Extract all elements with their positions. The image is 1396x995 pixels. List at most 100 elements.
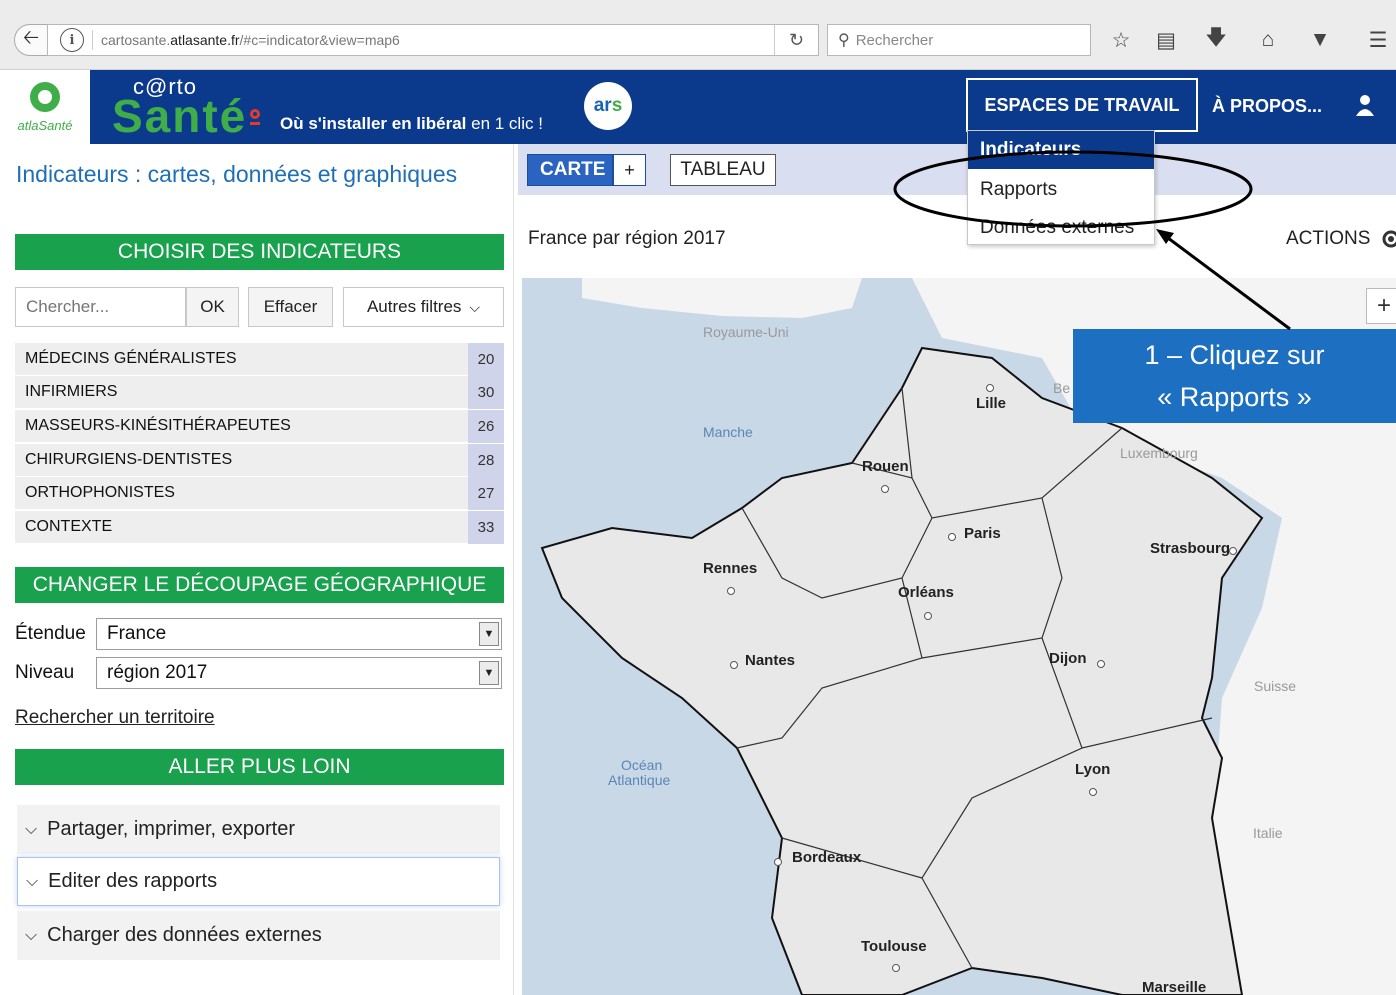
clear-button[interactable]: Effacer <box>248 287 333 327</box>
add-map-button[interactable]: + <box>613 154 646 186</box>
dropdown-arrow-icon[interactable]: ▼ <box>479 622 499 646</box>
country-label: Luxembourg <box>1120 445 1198 461</box>
browser-search-placeholder: Rechercher <box>855 31 934 49</box>
city-label: Lille <box>976 395 1007 412</box>
annotation-line-2: « Rapports » <box>1157 382 1312 412</box>
city-dot <box>986 384 994 392</box>
category-row[interactable]: Infirmiers 30 <box>15 376 504 409</box>
ars-logo-text-1: ar <box>593 95 612 116</box>
category-count: 20 <box>468 343 504 376</box>
ok-button[interactable]: OK <box>186 287 239 327</box>
city-label: Orléans <box>898 584 954 601</box>
left-panel: Indicateurs : cartes, données et graphiq… <box>0 144 514 995</box>
zoom-in-button[interactable]: + <box>1366 288 1396 324</box>
category-row[interactable]: Médecins généralistes 20 <box>15 343 504 376</box>
chevron-down-icon: ⌵ <box>25 926 38 944</box>
city-dot <box>948 533 956 541</box>
category-label: Infirmiers <box>25 383 118 400</box>
category-count: 27 <box>468 477 504 510</box>
info-icon[interactable]: i <box>60 28 84 52</box>
city-label: Toulouse <box>861 938 927 955</box>
category-row[interactable]: Orthophonistes 27 <box>15 477 504 510</box>
choose-indicators-header[interactable]: CHOISIR DES INDICATEURS <box>15 234 504 270</box>
tab-table[interactable]: TABLEAU <box>670 154 776 186</box>
city-dot <box>892 964 900 972</box>
location-pin-icon <box>250 109 260 125</box>
category-row[interactable]: Chirurgiens-dentistes 28 <box>15 444 504 477</box>
city-dot <box>730 661 738 669</box>
chevron-down-icon: ⌵ <box>25 820 38 838</box>
menu-item-external-data[interactable]: Données externes <box>968 209 1154 247</box>
accordion-reports[interactable]: ⌵ Editer des rapports <box>17 857 500 906</box>
back-arrow-icon[interactable]: 🡠 <box>14 24 48 56</box>
category-label: Chirurgiens-dentistes <box>25 451 233 468</box>
city-label: Lyon <box>1075 761 1111 778</box>
browser-toolbar: 🡠 i cartosante.atlasante.fr/#c=indicator… <box>0 0 1396 70</box>
home-icon[interactable]: ⌂ <box>1252 24 1284 56</box>
extent-value: France <box>107 623 167 644</box>
change-geography-header[interactable]: CHANGER LE DÉCOUPAGE GÉOGRAPHIQUE <box>15 567 504 603</box>
extent-label: Étendue <box>15 623 86 644</box>
gear-icon[interactable] <box>1380 228 1396 250</box>
category-row[interactable]: Masseurs-kinésithérapeutes 26 <box>15 410 504 443</box>
category-row[interactable]: Contexte 33 <box>15 511 504 544</box>
menu-item-reports[interactable]: Rapports <box>968 171 1154 209</box>
sea-label: Atlantique <box>608 772 671 788</box>
other-filters-button[interactable]: Autres filtres ⌵ <box>343 287 504 327</box>
other-filters-label: Autres filtres <box>366 297 462 316</box>
site-header: atlaSanté c@rto Santé Où s'installer en … <box>0 70 1396 144</box>
url-separator <box>92 30 93 50</box>
pocket-icon[interactable]: ▼ <box>1304 24 1336 56</box>
level-label: Niveau <box>15 662 75 683</box>
url-bar[interactable]: i cartosante.atlasante.fr/#c=indicator&v… <box>47 24 819 56</box>
level-select[interactable]: région 2017 ▼ <box>96 657 502 689</box>
city-label: Nantes <box>745 652 796 669</box>
city-dot <box>1097 660 1105 668</box>
annotation-line-1: 1 – Cliquez sur <box>1144 340 1325 370</box>
reload-icon[interactable]: ↻ <box>774 25 818 55</box>
annotation-callout: 1 – Cliquez sur « Rapports » <box>1073 329 1396 423</box>
city-dot <box>727 587 735 595</box>
menu-item-indicators[interactable]: Indicateurs <box>968 131 1154 169</box>
actions-button[interactable]: ACTIONS <box>1286 228 1370 250</box>
ars-logo[interactable]: ar s <box>584 82 632 130</box>
city-label: Rouen <box>862 458 909 475</box>
extent-select[interactable]: France ▼ <box>96 618 502 650</box>
city-label: Bordeaux <box>792 849 862 866</box>
accordion-share[interactable]: ⌵ Partager, imprimer, exporter <box>17 805 500 854</box>
browser-search-input[interactable]: ⚲ Rechercher <box>827 24 1091 56</box>
workspaces-dropdown: Indicateurs Rapports Données externes <box>967 130 1155 245</box>
level-row: Niveau région 2017 ▼ <box>15 657 504 689</box>
go-further-header[interactable]: ALLER PLUS LOIN <box>15 749 504 785</box>
dropdown-arrow-icon[interactable]: ▼ <box>479 661 499 685</box>
menu-icon[interactable]: ☰ <box>1362 24 1394 56</box>
chevron-down-icon: ⌵ <box>26 872 39 890</box>
user-icon[interactable] <box>1352 92 1378 118</box>
city-label: Paris <box>964 525 1001 542</box>
atlasante-logo[interactable]: atlaSanté <box>0 70 90 144</box>
reading-list-icon[interactable]: ▤ <box>1150 24 1182 56</box>
city-dot <box>881 485 889 493</box>
logo-mark-icon <box>30 82 60 112</box>
city-dot <box>924 612 932 620</box>
country-label: Suisse <box>1254 678 1297 694</box>
city-label: Strasbourg <box>1150 540 1231 557</box>
nav-workspaces[interactable]: ESPACES DE TRAVAIL <box>966 78 1198 132</box>
search-icon: ⚲ <box>838 32 850 49</box>
accordion-label: Editer des rapports <box>48 870 218 892</box>
indicator-search-input[interactable] <box>15 287 186 327</box>
logo-text: atlaSanté <box>17 118 73 133</box>
category-count: 26 <box>468 410 504 443</box>
accordion-external-data[interactable]: ⌵ Charger des données externes <box>17 911 500 960</box>
url-text[interactable]: cartosante.atlasante.fr/#c=indicator&vie… <box>101 32 400 48</box>
download-icon[interactable]: 🡇 <box>1200 24 1232 56</box>
bookmark-star-icon[interactable]: ☆ <box>1105 24 1137 56</box>
nav-about[interactable]: À PROPOS... <box>1212 80 1322 132</box>
accordion-label: Partager, imprimer, exporter <box>47 818 296 840</box>
search-territory-link[interactable]: Rechercher un territoire <box>15 707 215 729</box>
city-label: Dijon <box>1049 650 1087 667</box>
tab-map[interactable]: CARTE <box>527 154 613 186</box>
country-label: Italie <box>1253 825 1283 841</box>
city-dot <box>1229 547 1237 555</box>
sea-label: Manche <box>703 424 753 440</box>
